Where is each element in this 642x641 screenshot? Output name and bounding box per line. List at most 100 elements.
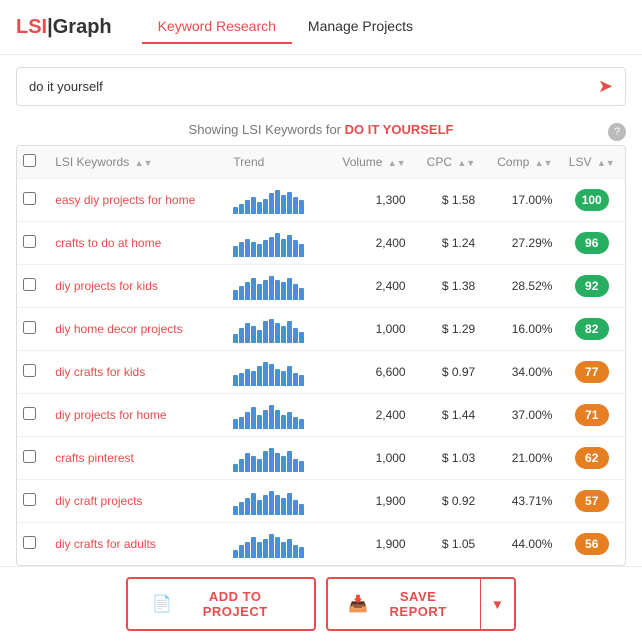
trend-bar (293, 545, 298, 558)
search-input[interactable] (29, 79, 598, 94)
trend-bar (233, 419, 238, 429)
row-checkbox-cell (17, 179, 49, 222)
trend-bar (299, 375, 304, 386)
trend-bar (245, 542, 250, 558)
trend-bar (245, 239, 250, 257)
row-cpc: $ 1.29 (412, 308, 482, 351)
col-header-lsv[interactable]: LSV ▲▼ (558, 146, 625, 179)
help-icon[interactable]: ? (608, 123, 626, 141)
trend-bar (269, 364, 274, 386)
keywords-table: LSI Keywords ▲▼ Trend Volume ▲▼ CPC ▲▼ C… (17, 146, 625, 565)
trend-bar (299, 419, 304, 429)
row-checkbox[interactable] (23, 450, 36, 463)
row-trend (227, 179, 325, 222)
keyword-link[interactable]: easy diy projects for home (55, 193, 195, 207)
trend-bar (293, 417, 298, 429)
row-checkbox-cell (17, 523, 49, 566)
col-header-keyword[interactable]: LSI Keywords ▲▼ (49, 146, 227, 179)
row-comp: 16.00% (481, 308, 558, 351)
row-comp: 28.52% (481, 265, 558, 308)
row-cpc: $ 0.92 (412, 480, 482, 523)
keyword-link[interactable]: diy projects for home (55, 408, 166, 422)
search-submit-icon[interactable]: ➤ (598, 76, 613, 97)
col-header-trend: Trend (227, 146, 325, 179)
row-checkbox[interactable] (23, 493, 36, 506)
keyword-link[interactable]: diy projects for kids (55, 279, 158, 293)
trend-chart (233, 229, 319, 257)
search-section: ➤ (0, 55, 642, 118)
trend-bar (239, 286, 244, 300)
save-report-dropdown-button[interactable]: ▼ (480, 577, 516, 631)
nav-keyword-research[interactable]: Keyword Research (142, 10, 292, 44)
row-cpc: $ 1.44 (412, 394, 482, 437)
table-row: diy home decor projects 1,000 $ 1.29 16.… (17, 308, 625, 351)
showing-keyword: DO IT YOURSELF (345, 122, 454, 137)
keyword-link[interactable]: diy craft projects (55, 494, 142, 508)
trend-bar (251, 278, 256, 300)
trend-bar (239, 417, 244, 429)
row-keyword: diy projects for home (49, 394, 227, 437)
row-checkbox[interactable] (23, 321, 36, 334)
row-comp: 37.00% (481, 394, 558, 437)
row-checkbox[interactable] (23, 407, 36, 420)
row-checkbox[interactable] (23, 192, 36, 205)
row-keyword: easy diy projects for home (49, 179, 227, 222)
keyword-link[interactable]: crafts to do at home (55, 236, 161, 250)
trend-bar (275, 410, 280, 429)
select-all-checkbox[interactable] (23, 154, 36, 167)
row-checkbox[interactable] (23, 536, 36, 549)
col-header-cpc[interactable]: CPC ▲▼ (412, 146, 482, 179)
trend-bar (257, 244, 262, 257)
trend-bar (239, 373, 244, 386)
trend-bar (287, 412, 292, 429)
trend-bar (245, 282, 250, 300)
trend-bar (299, 332, 304, 343)
trend-chart (233, 358, 319, 386)
table-row: easy diy projects for home 1,300 $ 1.58 … (17, 179, 625, 222)
trend-bar (287, 539, 292, 558)
row-trend (227, 265, 325, 308)
row-lsv: 82 (558, 308, 625, 351)
col-header-comp[interactable]: Comp ▲▼ (481, 146, 558, 179)
keyword-link[interactable]: diy crafts for kids (55, 365, 145, 379)
row-checkbox-cell (17, 351, 49, 394)
row-lsv: 77 (558, 351, 625, 394)
table-row: diy crafts for kids 6,600 $ 0.97 34.00% … (17, 351, 625, 394)
nav-manage-projects[interactable]: Manage Projects (292, 10, 429, 44)
row-volume: 1,900 (325, 523, 411, 566)
trend-bar (251, 242, 256, 257)
keyword-link[interactable]: diy crafts for adults (55, 537, 156, 551)
save-report-button[interactable]: 📥 SAVE REPORT (326, 577, 480, 631)
trend-bar (281, 542, 286, 558)
trend-chart (233, 401, 319, 429)
trend-bar (287, 278, 292, 300)
trend-bar (287, 493, 292, 515)
header: LSI|Graph Keyword Research Manage Projec… (0, 0, 642, 55)
row-cpc: $ 1.38 (412, 265, 482, 308)
row-comp: 27.29% (481, 222, 558, 265)
trend-bar (251, 371, 256, 386)
trend-chart (233, 530, 319, 558)
trend-bar (269, 276, 274, 300)
lsv-badge: 56 (575, 533, 609, 555)
search-bar-container: ➤ (16, 67, 626, 106)
row-lsv: 57 (558, 480, 625, 523)
row-checkbox[interactable] (23, 278, 36, 291)
keyword-link[interactable]: crafts pinterest (55, 451, 134, 465)
row-cpc: $ 1.03 (412, 437, 482, 480)
trend-bar (251, 407, 256, 429)
col-header-volume[interactable]: Volume ▲▼ (325, 146, 411, 179)
keyword-link[interactable]: diy home decor projects (55, 322, 182, 336)
add-to-project-button[interactable]: 📄 ADD TO PROJECT (126, 577, 316, 631)
row-checkbox-cell (17, 480, 49, 523)
lsv-badge: 57 (575, 490, 609, 512)
logo-lsi: LSI (16, 16, 47, 38)
row-checkbox[interactable] (23, 235, 36, 248)
row-volume: 6,600 (325, 351, 411, 394)
row-lsv: 62 (558, 437, 625, 480)
trend-bar (251, 493, 256, 515)
trend-bar (299, 200, 304, 214)
trend-bar (245, 200, 250, 214)
trend-bar (293, 373, 298, 386)
row-checkbox[interactable] (23, 364, 36, 377)
